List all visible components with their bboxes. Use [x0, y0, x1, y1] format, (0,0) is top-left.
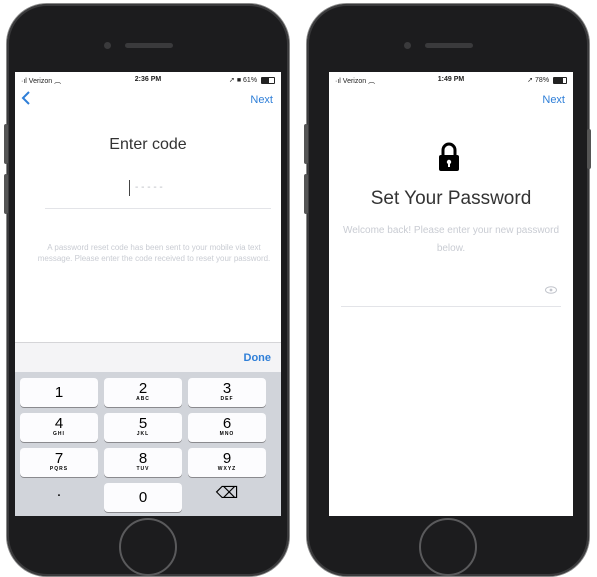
battery-icon: [553, 76, 567, 84]
key-number: 7: [54, 450, 64, 467]
battery-icon: [261, 76, 275, 84]
status-bar: ·ıl Verizon ︵ 2:36 PM ➚ ■ 61%: [15, 72, 281, 88]
page-title: Enter code: [109, 136, 187, 153]
left-phone: ·ıl Verizon ︵ 2:36 PM ➚ ■ 61% Next Enter…: [4, 4, 289, 576]
status-right: ➚ ■ 61%: [229, 76, 275, 84]
front-camera: [104, 42, 111, 49]
keypad-key[interactable]: 7 PQRS: [20, 448, 98, 477]
volume-button: [4, 174, 8, 214]
key-number: 8: [138, 450, 148, 467]
chevron-left-icon: [21, 91, 30, 105]
key-letters: GHI: [53, 431, 65, 437]
eye-icon[interactable]: [545, 286, 557, 294]
keypad-key[interactable]: 5 JKL: [104, 413, 182, 442]
text-cursor: [129, 180, 130, 196]
page-subtitle: Welcome back! Please enter your new pass…: [342, 225, 560, 254]
lock-icon: [437, 142, 461, 177]
home-button[interactable]: [419, 518, 477, 576]
page-title: Set Your Password: [370, 188, 532, 209]
code-input[interactable]: - - - - -: [45, 172, 271, 209]
left-screen: ·ıl Verizon ︵ 2:36 PM ➚ ■ 61% Next Enter…: [15, 72, 281, 516]
earpiece-speaker: [125, 43, 173, 48]
key-number: 9: [222, 450, 232, 467]
next-button[interactable]: Next: [542, 94, 565, 106]
key-number: 0: [138, 489, 148, 506]
alarm-icon: ■: [236, 77, 242, 84]
earpiece-speaker: [425, 43, 473, 48]
keypad-key[interactable]: 4 GHI: [20, 413, 98, 442]
nav-bar: Next: [329, 88, 573, 114]
keypad-key[interactable]: 6 MNO: [188, 413, 266, 442]
key-number: 5: [138, 415, 148, 432]
keypad-key[interactable]: 8 TUV: [104, 448, 182, 477]
battery-percent: 61%: [243, 77, 258, 84]
delete-key[interactable]: ⌫: [188, 483, 266, 512]
done-button[interactable]: Done: [244, 352, 272, 364]
battery-fill-right: [554, 77, 564, 83]
key-number: 2: [138, 380, 148, 397]
key-letters: ABC: [136, 396, 150, 402]
key-letters: JKL: [136, 431, 150, 437]
volume-button: [4, 124, 8, 164]
help-text: A password reset code has been sent to y…: [37, 243, 271, 263]
decimal-key[interactable]: .: [20, 483, 98, 512]
key-number: 1: [54, 384, 64, 401]
nav-bar: Next: [15, 88, 281, 114]
status-bar: ·ıl Verizon ︵ 1:49 PM ➚ 78%: [329, 72, 573, 88]
volume-button: [304, 124, 308, 164]
power-button: [587, 129, 591, 169]
location-icon: ➚: [527, 77, 534, 84]
keypad-key[interactable]: 9 WXYZ: [188, 448, 266, 477]
number-keyboard: 1 2 ABC 3 DEF 4 GHI 5 JKL 6 MNO 7 PQRS 8 TUV 9 WXYZ. 0 ⌫: [15, 372, 281, 516]
keyboard-accessory-bar: Done: [15, 342, 281, 373]
key-letters: MNO: [219, 431, 235, 437]
location-icon: ➚: [229, 77, 235, 84]
keypad-key[interactable]: 3 DEF: [188, 378, 266, 407]
battery-percent: 78%: [535, 77, 550, 84]
key-number: .: [56, 483, 62, 500]
key-letters: TUV: [136, 466, 150, 472]
front-camera: [404, 42, 411, 49]
code-placeholder: - - - - -: [135, 182, 163, 193]
key-number: 4: [54, 415, 64, 432]
right-screen: ·ıl Verizon ︵ 1:49 PM ➚ 78% Next Set You…: [329, 72, 573, 516]
key-letters: PQRS: [49, 466, 69, 472]
key-number: 3: [222, 380, 232, 397]
battery-fill: [262, 77, 270, 83]
backspace-icon: ⌫: [215, 485, 239, 502]
key-letters: WXYZ: [217, 466, 237, 472]
keypad-key[interactable]: 0: [104, 483, 182, 512]
status-right: ➚ 78%: [527, 76, 567, 84]
home-button[interactable]: [119, 518, 177, 576]
right-phone: ·ıl Verizon ︵ 1:49 PM ➚ 78% Next Set You…: [304, 4, 591, 576]
keypad-key[interactable]: 1: [20, 378, 98, 407]
volume-button: [304, 174, 308, 214]
keypad-key[interactable]: 2 ABC: [104, 378, 182, 407]
key-number: 6: [222, 415, 232, 432]
next-button[interactable]: Next: [250, 94, 273, 106]
back-button[interactable]: [21, 90, 31, 111]
password-input[interactable]: [341, 272, 561, 307]
key-letters: DEF: [220, 396, 234, 402]
